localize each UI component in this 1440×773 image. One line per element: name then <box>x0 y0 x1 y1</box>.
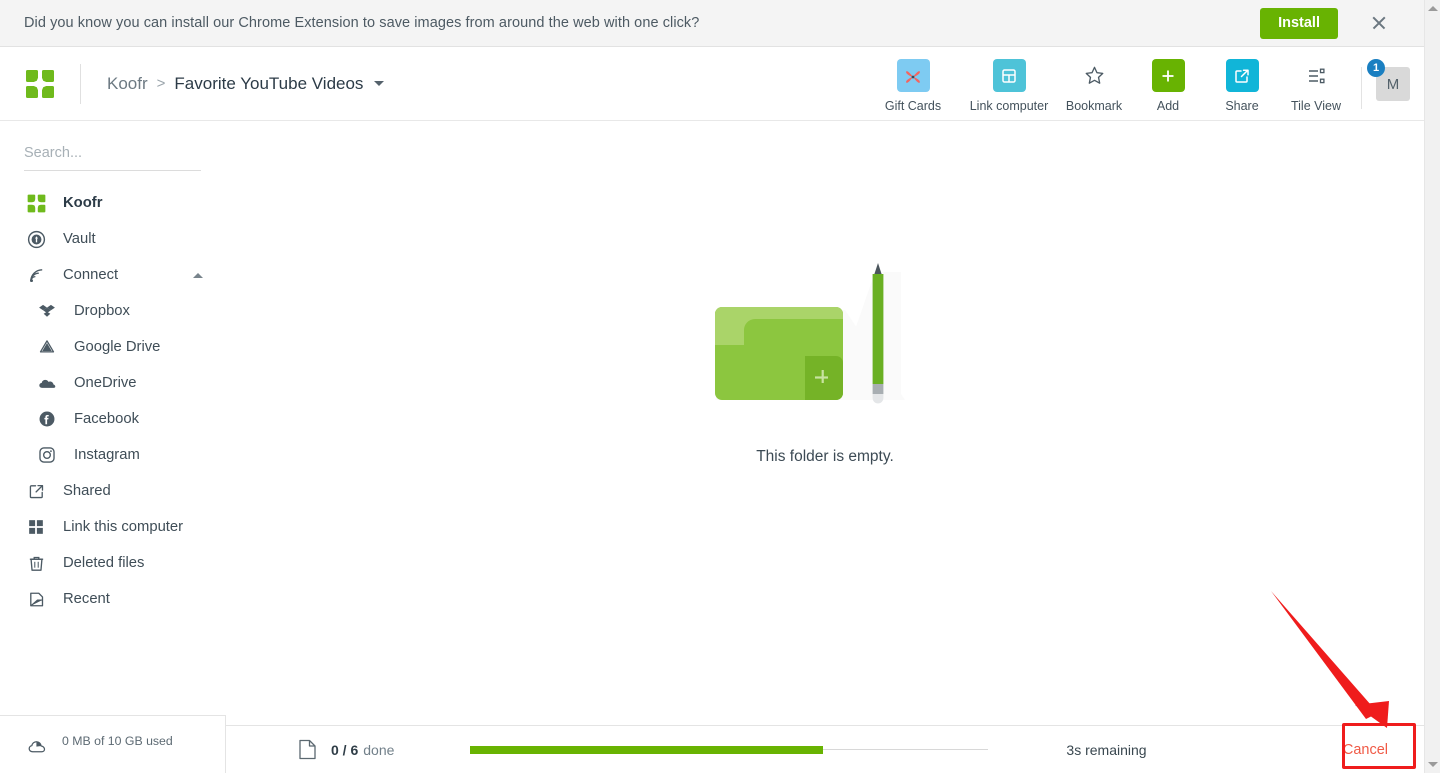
app-header: Koofr > Favorite YouTube Videos Gift Car… <box>0 47 1424 121</box>
grid-squares-icon <box>27 518 55 536</box>
koofr-logo-icon[interactable] <box>0 47 80 120</box>
header-action-bar: Gift Cards Link computer Bookmark Add Sh… <box>865 47 1424 120</box>
cloud-icon <box>27 736 53 763</box>
onedrive-icon <box>38 374 66 393</box>
avatar[interactable]: M 1 <box>1367 59 1410 101</box>
bookmark-button[interactable]: Bookmark <box>1057 59 1131 113</box>
breadcrumb-current-folder[interactable]: Favorite YouTube Videos <box>174 74 363 94</box>
gift-cards-button[interactable]: Gift Cards <box>865 59 961 113</box>
promo-message: Did you know you can install our Chrome … <box>24 15 700 31</box>
upload-progress-bar <box>470 745 989 754</box>
empty-folder-with-pencil-illustration <box>715 252 935 427</box>
sidebar-item-label: Google Drive <box>74 339 161 355</box>
sidebar: Koofr Vault <box>0 122 226 773</box>
star-outline-icon <box>1078 59 1111 92</box>
recent-file-icon <box>27 590 55 609</box>
breadcrumb-root[interactable]: Koofr <box>107 74 148 94</box>
sidebar-item-onedrive[interactable]: OneDrive <box>0 365 225 401</box>
instagram-icon <box>38 446 66 464</box>
computer-icon <box>992 59 1026 92</box>
close-icon[interactable] <box>1364 8 1394 38</box>
facebook-icon <box>38 410 66 428</box>
storage-info: 0 MB of 10 GB used <box>53 732 209 750</box>
sidebar-nav: Koofr Vault Connect Dropbox Google Drive… <box>0 171 225 617</box>
search-input[interactable] <box>24 145 201 171</box>
shared-icon <box>27 482 55 501</box>
chevron-up-icon[interactable] <box>193 272 203 278</box>
sidebar-item-label: Dropbox <box>74 303 130 319</box>
scroll-up-arrow-icon[interactable] <box>1428 6 1438 11</box>
sidebar-item-instagram[interactable]: Instagram <box>0 437 225 473</box>
sidebar-item-label: OneDrive <box>74 375 137 391</box>
share-label: Share <box>1225 99 1259 113</box>
link-computer-label: Link computer <box>969 99 1049 113</box>
sidebar-item-link-this-computer[interactable]: Link this computer <box>0 509 225 545</box>
gift-cards-label: Gift Cards <box>884 99 942 113</box>
file-icon <box>298 739 317 760</box>
gift-ribbon-icon <box>896 59 930 92</box>
sidebar-item-connect[interactable]: Connect <box>0 257 225 293</box>
share-button[interactable]: Share <box>1205 59 1279 113</box>
sidebar-item-koofr[interactable]: Koofr <box>0 185 225 221</box>
sidebar-item-label: Facebook <box>74 411 139 427</box>
add-button[interactable]: Add <box>1131 59 1205 113</box>
sidebar-item-label: Instagram <box>74 447 140 463</box>
chevron-down-icon[interactable] <box>374 81 385 86</box>
install-extension-button[interactable]: Install <box>1260 7 1338 39</box>
sidebar-item-shared[interactable]: Shared <box>0 473 225 509</box>
upload-done-label: done <box>363 741 395 758</box>
vault-lock-icon <box>27 230 55 249</box>
sidebar-item-google-drive[interactable]: Google Drive <box>0 329 225 365</box>
sidebar-item-label: Link this computer <box>63 519 184 535</box>
cancel-button[interactable]: Cancel <box>1333 736 1398 764</box>
breadcrumb: Koofr > Favorite YouTube Videos <box>81 74 385 94</box>
empty-folder-message: This folder is empty. <box>756 448 894 465</box>
link-computer-button[interactable]: Link computer <box>961 59 1057 113</box>
file-list-area: This folder is empty. <box>226 122 1424 725</box>
sidebar-item-label: Recent <box>63 591 110 607</box>
time-remaining-label: 3s remaining <box>1066 741 1147 758</box>
share-icon <box>1225 59 1259 92</box>
tile-view-label: Tile View <box>1290 99 1342 113</box>
tile-view-button[interactable]: Tile View <box>1279 59 1353 113</box>
upload-progress-count: 0 / 6 <box>331 741 359 758</box>
upload-status-bar: 0 / 6 done 3s remaining Cancel <box>226 725 1424 773</box>
breadcrumb-separator: > <box>156 75 166 92</box>
trash-icon <box>27 554 55 573</box>
google-drive-icon <box>38 338 66 356</box>
sidebar-item-label: Koofr <box>63 195 103 211</box>
sidebar-item-label: Deleted files <box>63 555 145 571</box>
sidebar-item-dropbox[interactable]: Dropbox <box>0 293 225 329</box>
koofr-web-app: Did you know you can install our Chrome … <box>0 0 1440 773</box>
tile-view-icon <box>1300 59 1333 92</box>
sidebar-item-label: Shared <box>63 483 111 499</box>
sidebar-item-vault[interactable]: Vault <box>0 221 225 257</box>
storage-usage-panel[interactable]: 0 MB of 10 GB used <box>0 715 226 773</box>
storage-usage-label: 0 MB of 10 GB used <box>62 734 173 748</box>
sidebar-item-deleted-files[interactable]: Deleted files <box>0 545 225 581</box>
plus-icon <box>1151 59 1185 92</box>
koofr-logo-icon <box>27 194 55 213</box>
dropbox-icon <box>38 302 66 320</box>
scroll-down-arrow-icon[interactable] <box>1428 762 1438 767</box>
add-label: Add <box>1156 99 1180 113</box>
search-container <box>0 122 225 171</box>
sidebar-item-facebook[interactable]: Facebook <box>0 401 225 437</box>
page-scrollbar[interactable] <box>1424 0 1440 773</box>
bookmark-label: Bookmark <box>1065 99 1123 113</box>
sidebar-item-label: Connect <box>63 267 119 283</box>
notification-badge[interactable]: 1 <box>1367 59 1385 77</box>
connect-signal-icon <box>27 266 55 285</box>
chrome-extension-promo-banner: Did you know you can install our Chrome … <box>0 0 1424 47</box>
header-divider <box>1361 67 1362 109</box>
sidebar-item-label: Vault <box>63 231 96 247</box>
sidebar-item-recent[interactable]: Recent <box>0 581 225 617</box>
